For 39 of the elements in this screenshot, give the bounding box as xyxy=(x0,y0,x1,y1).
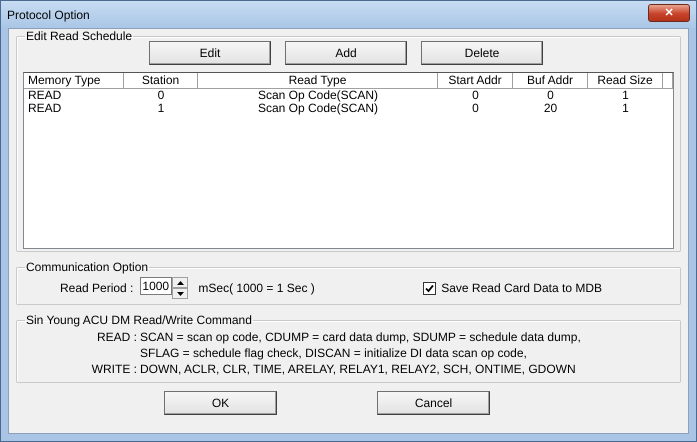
table-cell-text: READ xyxy=(27,102,62,115)
table-cell-text: 20 xyxy=(542,102,558,115)
table-cell-text: Scan Op Code(SCAN) xyxy=(256,89,380,102)
table-cell-text: 0 xyxy=(546,89,555,102)
action-button[interactable]: Add xyxy=(285,41,407,65)
group-title: Sin Young ACU DM Read/Write Command xyxy=(25,313,253,327)
group-title: Edit Read Schedule xyxy=(25,29,134,43)
command-label: READ : xyxy=(96,330,137,344)
dialog-button[interactable]: OK xyxy=(164,391,277,415)
period-field[interactable]: 1000 xyxy=(140,277,172,295)
action-button[interactable]: Edit xyxy=(149,41,271,65)
column-header[interactable]: Buf Addr xyxy=(513,73,588,88)
checkbox-label: Save Read Card Data to MDB xyxy=(441,281,602,295)
table-cell-text: 0 xyxy=(471,102,480,115)
table-cell-text: 0 xyxy=(471,89,480,102)
table-cell-text: 0 xyxy=(156,89,166,102)
table-cell-text: 1 xyxy=(156,102,166,115)
field-label: Read Period : xyxy=(60,281,134,295)
action-button[interactable]: Delete xyxy=(421,41,543,65)
schedule-list[interactable]: Memory Type Station Read Type Start Addr Buf Addr Read Size READ 0 Scan Op Code(SCAN) 0 0 1 READ 1 Scan Op Code(SCAN) 0 20 1 xyxy=(23,72,674,249)
group-title: Communication Option xyxy=(25,260,150,274)
unit-label: mSec( 1000 = 1 Sec ) xyxy=(198,281,315,295)
column-header[interactable]: Read Size xyxy=(588,73,663,88)
table-cell-text: READ xyxy=(27,89,62,102)
table-cell-text: Scan Op Code(SCAN) xyxy=(256,102,380,115)
dialog-button[interactable]: Cancel xyxy=(377,391,490,415)
close-button[interactable]: ✕ xyxy=(648,4,690,22)
window-title: Protocol Option xyxy=(7,8,90,22)
command-text: DOWN, ACLR, CLR, TIME, ARELAY, RELAY1, RELAY2, SCH, ONTIME, GDOWN xyxy=(140,362,577,376)
command-text: SFLAG = schedule flag check, DISCAN = initialize DI data scan op code, xyxy=(140,346,528,360)
table-cell-text: 1 xyxy=(621,102,630,115)
table-cell-text: 1 xyxy=(621,89,630,102)
command-text: SCAN = scan op code, CDUMP = card data dump, SDUMP = schedule data dump, xyxy=(140,330,582,344)
column-header[interactable]: Station xyxy=(124,73,198,88)
column-header[interactable]: Memory Type xyxy=(24,73,124,88)
checkbox[interactable] xyxy=(423,282,436,294)
column-header[interactable]: Read Type xyxy=(198,73,438,88)
column-header[interactable]: Start Addr xyxy=(438,73,513,88)
command-label: WRITE : xyxy=(90,362,137,376)
